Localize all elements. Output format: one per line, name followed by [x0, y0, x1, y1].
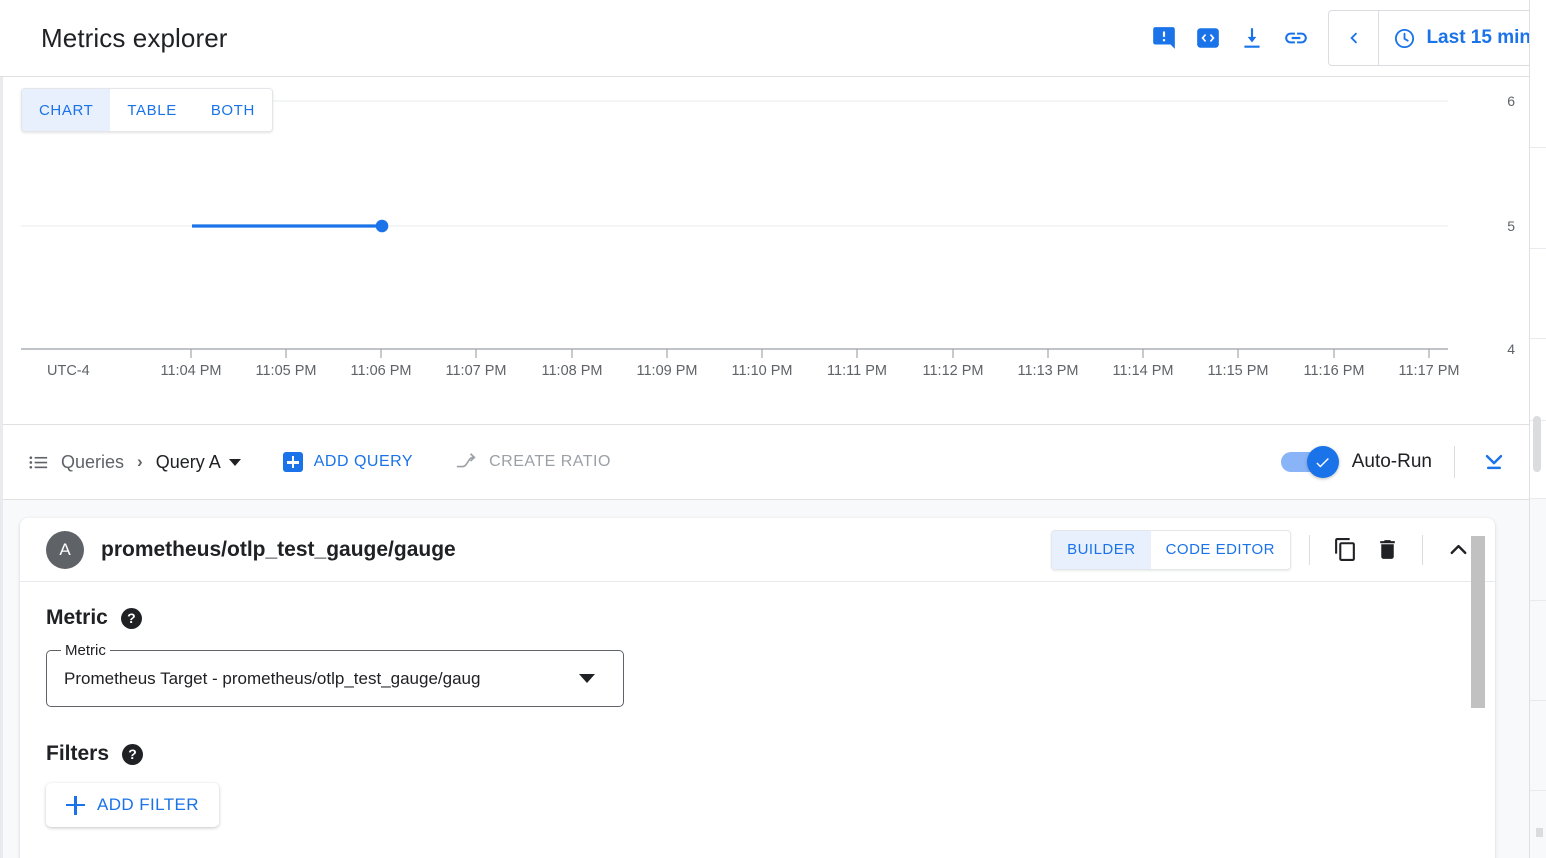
editor-mode-tabs: BUILDER CODE EDITOR	[1051, 530, 1291, 570]
add-query-button[interactable]: ADD QUERY	[283, 452, 413, 472]
svg-text:11:12 PM: 11:12 PM	[923, 363, 984, 379]
create-ratio-label: CREATE RATIO	[489, 453, 611, 471]
code-icon[interactable]	[1186, 16, 1230, 60]
query-selector[interactable]: Query A	[156, 452, 241, 473]
y-axis-labels: 6 5 4	[1489, 78, 1529, 423]
clock-icon	[1393, 27, 1416, 50]
plus-icon	[66, 796, 85, 815]
time-range-label: Last 15 min	[1426, 27, 1531, 49]
queries-toolbar-right: Auto-Run	[1281, 445, 1511, 479]
help-icon[interactable]: ?	[121, 608, 142, 629]
metric-section-label: Metric ?	[46, 606, 1469, 630]
time-range-selector[interactable]: Last 15 min	[1328, 10, 1546, 66]
link-icon[interactable]	[1274, 16, 1318, 60]
query-avatar: A	[46, 531, 84, 569]
query-card-body: Metric ? Metric Prometheus Target - prom…	[20, 582, 1495, 827]
tab-table[interactable]: TABLE	[110, 89, 193, 131]
list-icon	[27, 451, 50, 474]
query-card-title: prometheus/otlp_test_gauge/gauge	[101, 538, 456, 562]
chevron-up-icon[interactable]	[1441, 533, 1475, 567]
toolbar-divider	[1454, 446, 1455, 478]
tab-code-editor[interactable]: CODE EDITOR	[1151, 531, 1290, 569]
page-header: Metrics explorer	[0, 0, 1546, 77]
metric-field-legend: Metric	[61, 642, 110, 659]
tab-chart[interactable]: CHART	[22, 89, 110, 131]
svg-text:11:14 PM: 11:14 PM	[1113, 363, 1174, 379]
add-filter-label: ADD FILTER	[97, 795, 199, 815]
card-action-divider-1	[1309, 535, 1310, 565]
trash-icon[interactable]	[1370, 533, 1404, 567]
svg-text:11:13 PM: 11:13 PM	[1018, 363, 1079, 379]
chart-region: CHART TABLE BOTH	[3, 78, 1529, 423]
tab-builder[interactable]: BUILDER	[1052, 531, 1151, 569]
query-card-header: A prometheus/otlp_test_gauge/gauge BUILD…	[20, 518, 1495, 582]
svg-text:11:06 PM: 11:06 PM	[351, 363, 412, 379]
add-filter-button[interactable]: ADD FILTER	[46, 783, 219, 827]
auto-run-toggle[interactable]	[1281, 450, 1339, 474]
svg-text:11:16 PM: 11:16 PM	[1304, 363, 1365, 379]
time-range-value[interactable]: Last 15 min	[1379, 11, 1545, 65]
tab-both[interactable]: BOTH	[194, 89, 272, 131]
metric-label-text: Metric	[46, 606, 108, 630]
breadcrumb-separator: ›	[137, 452, 143, 472]
right-panel-marker	[1536, 828, 1543, 837]
header-actions: Last 15 min	[1142, 0, 1546, 76]
card-action-divider-2	[1422, 535, 1423, 565]
y-tick-4: 4	[1507, 341, 1515, 357]
toggle-knob	[1307, 446, 1339, 478]
create-ratio-button: CREATE RATIO	[455, 451, 611, 473]
right-side-panel	[1529, 0, 1546, 858]
ratio-icon	[455, 451, 477, 473]
svg-text:11:05 PM: 11:05 PM	[256, 363, 317, 379]
query-builder-body: A prometheus/otlp_test_gauge/gauge BUILD…	[3, 500, 1529, 858]
metric-field-value: Prometheus Target - prometheus/otlp_test…	[47, 669, 579, 689]
query-card-actions: BUILDER CODE EDITOR	[1051, 530, 1495, 570]
query-card: A prometheus/otlp_test_gauge/gauge BUILD…	[20, 518, 1495, 858]
view-mode-tabs: CHART TABLE BOTH	[21, 88, 273, 132]
auto-run-control[interactable]: Auto-Run	[1281, 450, 1432, 474]
query-selector-label: Query A	[156, 452, 221, 473]
page-title: Metrics explorer	[41, 23, 228, 54]
queries-toolbar: Queries › Query A ADD QUERY CREATE RATIO	[3, 424, 1529, 500]
svg-text:11:07 PM: 11:07 PM	[446, 363, 507, 379]
plus-icon	[283, 452, 303, 472]
svg-text:11:04 PM: 11:04 PM	[161, 363, 222, 379]
metrics-explorer-page: Metrics explorer	[0, 0, 1546, 858]
svg-text:11:15 PM: 11:15 PM	[1208, 363, 1269, 379]
auto-run-label: Auto-Run	[1352, 451, 1432, 473]
x-axis-timezone-label: UTC-4	[47, 363, 90, 379]
breadcrumb-queries[interactable]: Queries	[27, 451, 124, 474]
chevron-down-icon[interactable]	[579, 674, 595, 683]
svg-text:11:08 PM: 11:08 PM	[542, 363, 603, 379]
y-tick-6: 6	[1507, 93, 1515, 109]
svg-text:11:09 PM: 11:09 PM	[637, 363, 698, 379]
y-tick-5: 5	[1507, 218, 1515, 234]
add-query-label: ADD QUERY	[314, 453, 413, 471]
right-panel-scrollbar[interactable]	[1533, 416, 1541, 472]
filters-section-label: Filters ?	[46, 742, 1469, 766]
metric-select[interactable]: Metric Prometheus Target - prometheus/ot…	[46, 650, 624, 707]
filters-label-text: Filters	[46, 742, 109, 766]
svg-text:11:11 PM: 11:11 PM	[827, 363, 887, 379]
feedback-icon[interactable]	[1142, 16, 1186, 60]
copy-icon[interactable]	[1328, 533, 1362, 567]
help-icon[interactable]: ?	[122, 744, 143, 765]
chevron-down-icon	[229, 459, 241, 466]
collapse-all-icon[interactable]	[1477, 445, 1511, 479]
svg-text:11:10 PM: 11:10 PM	[732, 363, 793, 379]
query-card-scrollbar[interactable]	[1471, 536, 1485, 708]
queries-breadcrumb: Queries › Query A ADD QUERY CREATE RATIO	[27, 451, 611, 474]
download-icon[interactable]	[1230, 16, 1274, 60]
time-range-prev-button[interactable]	[1329, 11, 1379, 65]
svg-text:11:17 PM: 11:17 PM	[1399, 363, 1460, 379]
right-panel-shade	[1530, 498, 1546, 858]
breadcrumb-queries-label: Queries	[61, 452, 124, 473]
